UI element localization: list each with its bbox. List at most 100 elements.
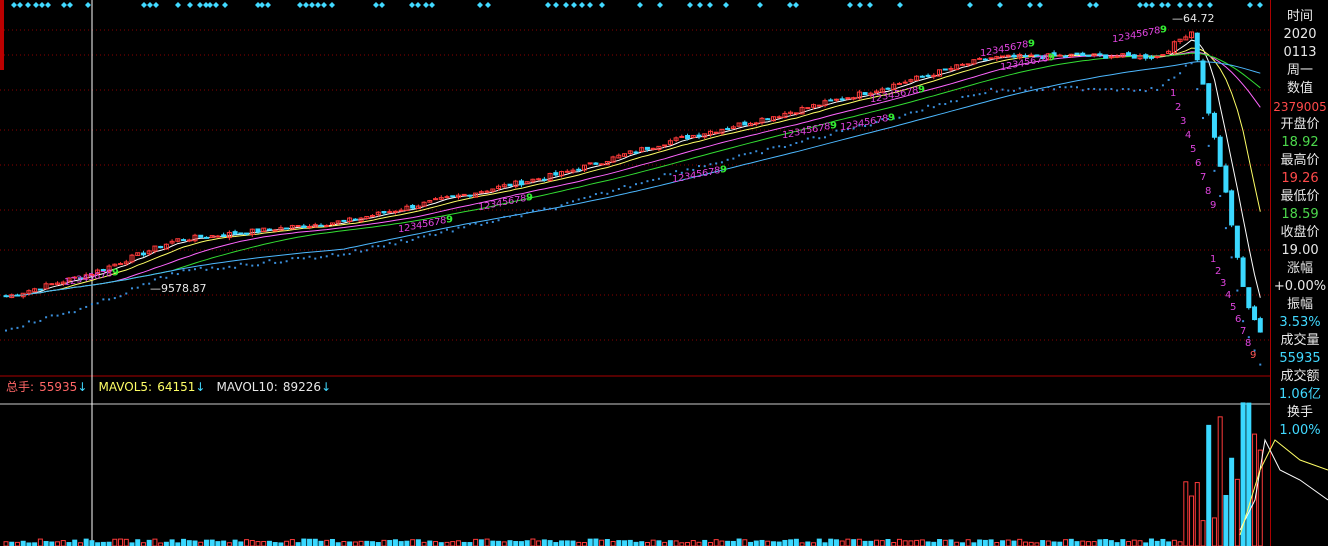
volume-bar[interactable] — [387, 540, 393, 546]
volume-bar[interactable] — [66, 542, 72, 546]
candle-body[interactable] — [158, 245, 164, 249]
volume-bar[interactable] — [415, 539, 421, 546]
volume-bar[interactable] — [1257, 449, 1263, 546]
volume-bar[interactable] — [20, 540, 26, 546]
volume-bar[interactable] — [782, 539, 788, 546]
volume-bar[interactable] — [690, 540, 696, 546]
volume-bar[interactable] — [765, 540, 771, 546]
volume-bar[interactable] — [564, 540, 570, 546]
candle-body[interactable] — [541, 178, 547, 181]
candle-body[interactable] — [467, 194, 473, 197]
volume-bar[interactable] — [1114, 542, 1120, 546]
candle-body[interactable] — [215, 235, 221, 238]
volume-bar[interactable] — [977, 539, 983, 546]
volume-bar[interactable] — [438, 542, 444, 546]
volume-bar[interactable] — [312, 538, 318, 546]
candle-body[interactable] — [301, 225, 307, 229]
volume-bar[interactable] — [266, 540, 272, 546]
volume-bar[interactable] — [919, 539, 925, 546]
candle-body[interactable] — [3, 295, 9, 298]
volume-bar[interactable] — [221, 540, 227, 546]
volume-bar[interactable] — [1211, 517, 1217, 546]
volume-bar[interactable] — [1103, 539, 1109, 546]
volume-bar[interactable] — [696, 541, 702, 546]
volume-bar[interactable] — [547, 540, 553, 546]
volume-bar[interactable] — [421, 541, 427, 546]
volume-bar[interactable] — [862, 540, 868, 546]
candle-body[interactable] — [392, 210, 398, 213]
volume-bar[interactable] — [650, 539, 656, 546]
volume-bars[interactable] — [3, 402, 1328, 546]
candle-body[interactable] — [295, 224, 301, 227]
volume-bar[interactable] — [307, 538, 313, 546]
candle-body[interactable] — [553, 172, 559, 176]
volume-bar[interactable] — [730, 540, 736, 546]
volume-bar[interactable] — [100, 541, 106, 546]
volume-bar[interactable] — [1011, 540, 1017, 546]
candle-body[interactable] — [685, 135, 691, 140]
volume-bar[interactable] — [14, 541, 20, 546]
volume-bar[interactable] — [914, 539, 920, 546]
volume-bar[interactable] — [169, 539, 175, 546]
candle-body[interactable] — [284, 227, 290, 230]
volume-bar[interactable] — [1080, 540, 1086, 546]
volume-bar[interactable] — [3, 541, 9, 546]
candle-body[interactable] — [507, 183, 513, 187]
volume-bar[interactable] — [742, 539, 748, 546]
candle-body[interactable] — [805, 107, 811, 110]
candle-body[interactable] — [1005, 54, 1011, 57]
candle-body[interactable] — [266, 228, 272, 231]
candle-body[interactable] — [793, 112, 799, 115]
volume-bar[interactable] — [633, 541, 639, 546]
candle-body[interactable] — [587, 162, 593, 165]
volume-bar[interactable] — [192, 540, 198, 546]
volume-bar[interactable] — [215, 541, 221, 546]
volume-bar[interactable] — [203, 539, 209, 546]
volume-bar[interactable] — [1126, 541, 1132, 546]
volume-bar[interactable] — [410, 539, 416, 546]
volume-bar[interactable] — [1166, 541, 1172, 546]
candle-body[interactable] — [633, 151, 639, 154]
candle-body[interactable] — [679, 135, 685, 138]
volume-bar[interactable] — [9, 541, 15, 546]
volume-bar[interactable] — [753, 540, 759, 546]
candle-body[interactable] — [1114, 55, 1120, 58]
volume-bar[interactable] — [123, 538, 129, 546]
candle-body[interactable] — [232, 231, 238, 235]
volume-bar[interactable] — [255, 541, 261, 546]
candle-body[interactable] — [1103, 54, 1109, 59]
volume-bar[interactable] — [1028, 541, 1034, 546]
volume-bar[interactable] — [455, 540, 461, 546]
volume-bar[interactable] — [707, 541, 713, 546]
candle-body[interactable] — [450, 195, 456, 198]
volume-bar[interactable] — [450, 541, 456, 546]
candle-body[interactable] — [845, 97, 851, 100]
volume-bar[interactable] — [713, 539, 719, 546]
candle-body[interactable] — [186, 239, 192, 242]
volume-bar[interactable] — [513, 540, 519, 546]
volume-bar[interactable] — [1057, 541, 1063, 546]
volume-bar[interactable] — [1194, 482, 1200, 546]
volume-bar[interactable] — [559, 540, 565, 546]
candle-body[interactable] — [564, 170, 570, 173]
candle-body[interactable] — [398, 209, 404, 212]
volume-bar[interactable] — [776, 541, 782, 546]
volume-bar[interactable] — [318, 540, 324, 546]
volume-bar[interactable] — [364, 540, 370, 546]
volume-bar[interactable] — [1131, 539, 1137, 546]
volume-bar[interactable] — [232, 539, 238, 546]
volume-bar[interactable] — [89, 540, 95, 546]
volume-bar[interactable] — [524, 540, 530, 546]
volume-bar[interactable] — [673, 540, 679, 546]
volume-bar[interactable] — [1045, 540, 1051, 546]
volume-bar[interactable] — [461, 541, 467, 546]
volume-bar[interactable] — [885, 539, 891, 546]
candle-body[interactable] — [742, 121, 748, 126]
candle-body[interactable] — [1126, 52, 1132, 56]
volume-bar[interactable] — [1200, 520, 1206, 546]
volume-bar[interactable] — [748, 541, 754, 546]
candle-body[interactable] — [713, 131, 719, 134]
candle-body[interactable] — [725, 128, 731, 131]
volume-bar[interactable] — [37, 538, 43, 546]
volume-bar[interactable] — [1160, 538, 1166, 546]
